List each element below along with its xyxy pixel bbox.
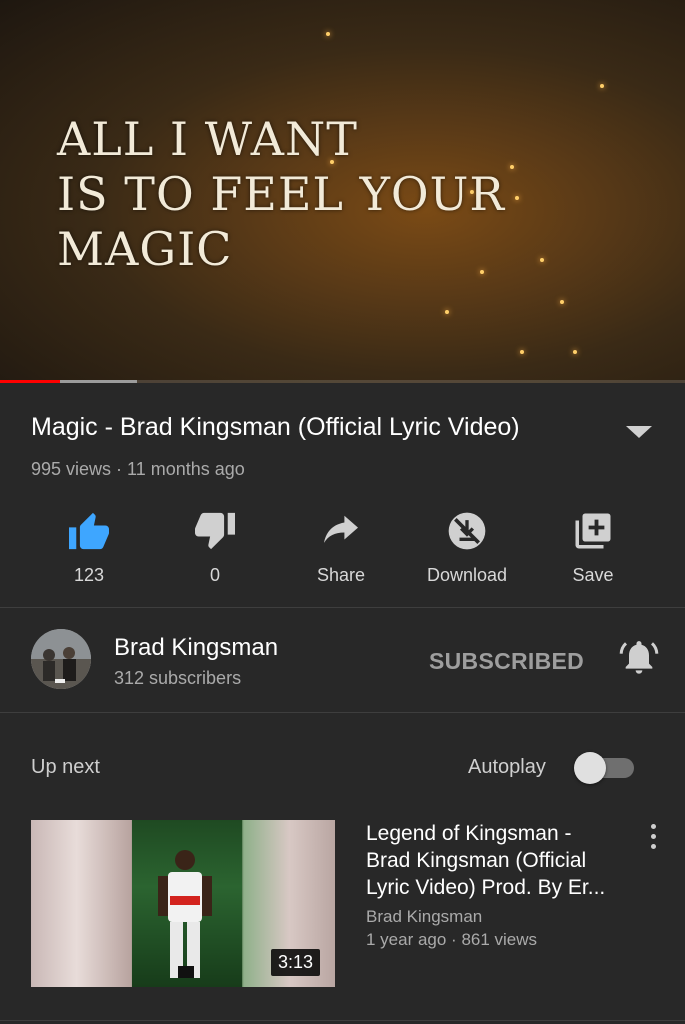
subscriber-count: 312 subscribers xyxy=(114,668,242,688)
avatar-image xyxy=(31,629,91,689)
video-player[interactable]: ALL I WANT IS TO FEEL YOUR MAGIC xyxy=(0,0,685,383)
title-line: Lyric Video) Prod. By Er... xyxy=(366,876,606,899)
up-next-channel: Brad Kingsman xyxy=(366,907,483,926)
divider xyxy=(0,1020,685,1021)
like-count: 123 xyxy=(73,565,105,585)
progress-played xyxy=(0,380,60,383)
channel-name[interactable]: Brad Kingsman xyxy=(114,634,278,662)
channel-avatar[interactable] xyxy=(31,629,91,689)
lyric-line: IS TO FEEL YOUR xyxy=(57,167,506,221)
notification-bell-button[interactable] xyxy=(619,637,659,682)
action-bar: 123 0 Share Download Save xyxy=(0,500,685,600)
toggle-knob xyxy=(574,752,606,784)
title-line: Brad Kingsman (Official xyxy=(366,849,587,872)
video-meta: 995 views · 11 months ago xyxy=(31,459,245,479)
bell-ringing-icon xyxy=(619,641,659,674)
up-next-heading: Up next xyxy=(31,756,100,778)
share-button[interactable]: Share xyxy=(278,500,404,586)
up-next-meta: 1 year ago · 861 views xyxy=(366,930,538,949)
download-disabled-icon xyxy=(448,512,486,550)
save-button[interactable]: Save xyxy=(530,500,656,586)
autoplay-label: Autoplay xyxy=(468,756,546,778)
divider xyxy=(0,607,685,608)
progress-bar[interactable] xyxy=(0,380,685,383)
thumbs-up-icon xyxy=(69,512,109,550)
up-next-video-title[interactable]: Legend of Kingsman - Brad Kingsman (Offi… xyxy=(366,820,621,901)
lyric-line: MAGIC xyxy=(57,222,233,276)
autoplay-toggle[interactable] xyxy=(574,752,634,784)
lyric-line: ALL I WANT xyxy=(57,112,358,166)
divider xyxy=(0,712,685,713)
lyric-overlay: ALL I WANT IS TO FEEL YOUR MAGIC xyxy=(57,112,505,277)
add-to-playlist-icon xyxy=(575,513,611,549)
expand-description-icon[interactable] xyxy=(626,426,652,438)
share-icon xyxy=(324,515,358,543)
like-button[interactable]: 123 xyxy=(26,500,152,586)
video-title[interactable]: Magic - Brad Kingsman (Official Lyric Vi… xyxy=(31,413,520,442)
subscribed-button[interactable]: SUBSCRIBED xyxy=(429,648,584,675)
title-line: Legend of Kingsman - xyxy=(366,822,572,845)
thumbnail-figure xyxy=(158,850,212,978)
video-duration: 3:13 xyxy=(271,949,321,976)
save-label: Save xyxy=(572,565,614,585)
thumbs-down-icon xyxy=(195,512,235,550)
more-options-icon[interactable] xyxy=(646,824,660,854)
share-label: Share xyxy=(316,565,366,585)
dislike-button[interactable]: 0 xyxy=(152,500,278,586)
download-label: Download xyxy=(426,565,508,585)
download-button[interactable]: Download xyxy=(404,500,530,586)
dislike-count: 0 xyxy=(209,565,220,585)
